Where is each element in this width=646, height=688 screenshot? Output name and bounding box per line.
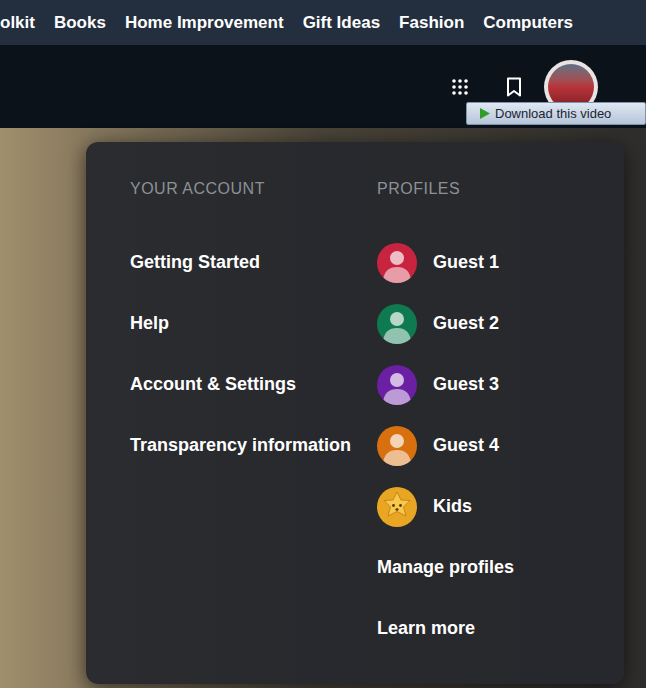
account-menu-item[interactable]: Transparency information (130, 415, 377, 476)
section-heading: PROFILES (377, 158, 624, 219)
account-menu: YOUR ACCOUNT Getting StartedHelpAccount &… (86, 142, 624, 684)
profile-avatar (377, 304, 417, 344)
nav-item[interactable]: Gift Ideas (303, 12, 380, 34)
nav-item[interactable]: Computers (483, 12, 573, 34)
profile-name: Guest 3 (433, 371, 499, 398)
download-label: Download this video (495, 106, 611, 122)
person-icon (377, 365, 417, 405)
profile-avatar (377, 365, 417, 405)
profile-avatar (377, 426, 417, 466)
nav-item[interactable]: Books (54, 12, 106, 34)
account-menu-item[interactable]: Account & Settings (130, 354, 377, 415)
profile-item[interactable]: Guest 3 (377, 354, 624, 415)
profile-name: Kids (433, 493, 472, 520)
person-icon (377, 426, 417, 466)
nav-item[interactable]: Home Improvement (125, 12, 284, 34)
profile-avatar (377, 243, 417, 283)
category-nav: olkit Books Home Improvement Gift Ideas Fash… (0, 0, 646, 45)
profile-avatar (377, 487, 417, 527)
apps-grid-icon[interactable] (448, 75, 472, 99)
kids-star-icon (377, 487, 417, 527)
profiles-column: PROFILES Guest 1 Guest 2 Guest 3 Guest 4 Kids… (377, 158, 624, 684)
account-menu-item[interactable]: Help (130, 293, 377, 354)
nav-item[interactable]: olkit (0, 12, 35, 34)
profile-item[interactable]: Guest 1 (377, 232, 624, 293)
account-menu-item[interactable]: Getting Started (130, 232, 377, 293)
watchlist-bookmark-icon[interactable] (502, 75, 526, 99)
profile-name: Guest 1 (433, 249, 499, 276)
profile-item[interactable]: Guest 4 (377, 415, 624, 476)
person-icon (377, 304, 417, 344)
profile-item[interactable]: Kids (377, 476, 624, 537)
nav-item[interactable]: Fashion (399, 12, 464, 34)
download-video-button[interactable]: Download this video (466, 102, 646, 125)
section-heading: YOUR ACCOUNT (130, 158, 377, 219)
profile-name: Guest 2 (433, 310, 499, 337)
person-icon (377, 243, 417, 283)
profiles-link[interactable]: Learn more (377, 598, 624, 659)
account-column: YOUR ACCOUNT Getting StartedHelpAccount &… (86, 158, 377, 684)
play-icon (479, 107, 491, 120)
profiles-link[interactable]: Manage profiles (377, 537, 624, 598)
profile-name: Guest 4 (433, 432, 499, 459)
profile-item[interactable]: Guest 2 (377, 293, 624, 354)
